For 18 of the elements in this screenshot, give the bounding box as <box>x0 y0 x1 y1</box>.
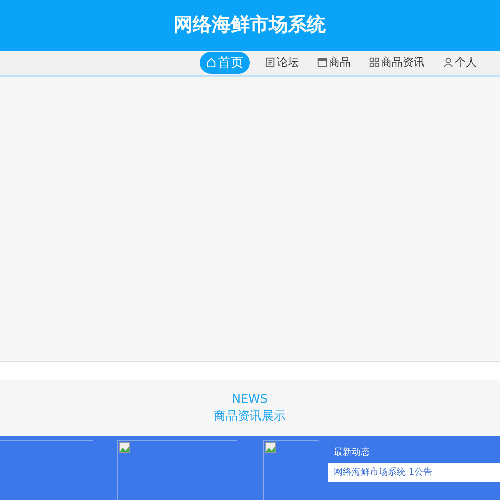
latest-heading: 最新动态 <box>333 446 371 460</box>
broken-image-icon <box>119 442 130 454</box>
calendar-icon <box>317 57 328 68</box>
news-card[interactable] <box>117 440 237 500</box>
nav-tab[interactable]: 论坛 <box>262 52 302 74</box>
site-title: 网络海鲜市场系统 <box>174 13 326 38</box>
nav-tab[interactable]: 商品 <box>314 52 354 74</box>
broken-image-icon <box>265 442 276 454</box>
section-title: 商品资讯展示 <box>214 408 286 425</box>
news-link[interactable]: 网络海鲜市场系统 1公告 <box>328 463 500 482</box>
home-icon <box>206 57 217 68</box>
note-icon <box>265 57 276 68</box>
nav-tab[interactable]: 个人 <box>440 52 480 74</box>
person-icon <box>443 57 454 68</box>
news-card[interactable] <box>263 440 319 500</box>
grid-icon <box>369 57 380 68</box>
nav-tab[interactable]: 商品资讯 <box>366 52 428 74</box>
section-kicker: NEWS <box>232 392 268 406</box>
